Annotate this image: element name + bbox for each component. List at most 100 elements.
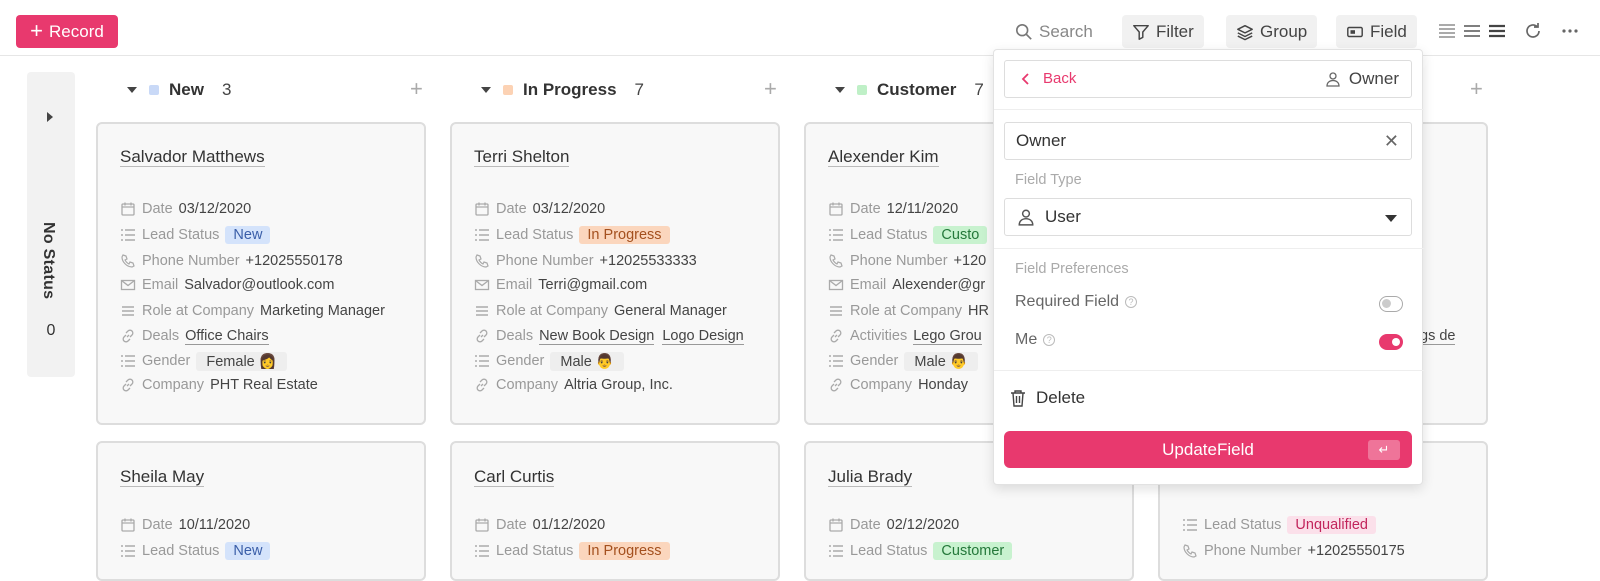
help-icon[interactable]: ? [1125,296,1138,308]
record-title: Alexender Kim [828,147,939,167]
linked-record[interactable]: Logo Design [662,328,744,345]
list-icon [828,353,844,369]
add-card-plus-icon[interactable]: + [1470,76,1483,102]
column-header-in-progress[interactable]: In Progress 7 [481,76,644,104]
field-gender: Gender Male 👨 [474,350,624,372]
more-icon[interactable] [1560,21,1580,41]
no-status-column[interactable]: No Status 0 [27,72,75,377]
field-deals: Deals Office Chairs [120,325,277,347]
phone-icon [828,253,844,269]
add-card-plus-icon[interactable]: + [764,76,777,102]
field-company: Company Honday [828,374,968,396]
group-label: Group [1260,21,1308,41]
update-field-button[interactable]: UpdateField ↵ [1004,431,1412,468]
collapse-caret-icon[interactable] [481,87,491,93]
field-button[interactable]: Field [1336,15,1417,48]
trash-icon [1011,390,1025,407]
status-color-swatch [503,85,513,95]
me-toggle[interactable] [1379,334,1403,350]
record-title: Julia Brady [828,467,913,487]
divider [994,248,1424,249]
column-header-customer[interactable]: Customer 7 [835,76,984,104]
record-card[interactable]: Salvador Matthews Date 03/12/2020 Lead St… [96,122,426,425]
status-badge: In Progress [579,542,670,560]
linked-record[interactable]: gs de [1420,328,1456,345]
search-label: Search [1039,21,1093,41]
list-icon [474,353,490,369]
calendar-icon [474,517,490,533]
phone-icon [474,253,490,269]
list-icon [120,227,136,243]
collapse-caret-icon[interactable] [835,87,845,93]
calendar-icon [474,201,490,217]
column-header-new[interactable]: New 3 [127,76,231,104]
dropdown-arrow-icon [1385,215,1397,222]
record-card[interactable]: Carl Curtis Date 01/12/2020 Lead Status In… [450,441,780,581]
field-type-label: Field Type [1015,172,1082,188]
layers-icon [1237,24,1253,40]
field-company: Company Altria Group, Inc. [474,374,673,396]
list-icon [120,353,136,369]
field-email: Email Alexender@gr [828,274,985,296]
field-gender: Gender Male 👨 [828,350,978,372]
add-record-button[interactable]: + Record [16,15,118,48]
back-button[interactable]: Back [1021,70,1076,87]
record-title: Salvador Matthews [120,147,265,167]
owner-field-indicator: Owner [1325,69,1399,89]
field-lead-status: Lead Status In Progress [474,224,670,246]
field-date: Date 03/12/2020 [120,198,251,220]
field-lead-status: Lead Status New [120,224,271,246]
field-date: Date 02/12/2020 [828,514,959,536]
plus-icon: + [30,17,44,43]
back-label: Back [1043,70,1077,87]
list-icon [828,543,844,559]
link-icon [828,328,844,344]
field-name-input[interactable]: Owner ✕ [1004,122,1412,160]
field-date: Date 03/12/2020 [474,198,605,220]
row-height-small-icon[interactable] [1437,21,1457,41]
link-icon [828,377,844,393]
record-card[interactable]: Terri Shelton Date 03/12/2020 Lead Status… [450,122,780,425]
field-company: Company PHT Real Estate [120,374,318,396]
linked-record[interactable]: Office Chairs [185,328,269,345]
row-height-large-icon[interactable] [1487,21,1507,41]
search-button[interactable]: Search [1015,15,1093,48]
collapse-caret-icon[interactable] [127,87,137,93]
status-color-swatch [857,85,867,95]
linked-record[interactable]: New Book Design [539,328,655,345]
column-count: 3 [221,80,232,99]
divider [994,370,1424,371]
field-label: Field [1370,21,1407,41]
field-preferences-label: Field Preferences [1015,261,1129,277]
help-icon[interactable]: ? [1043,334,1056,346]
field-date: Date 01/12/2020 [474,514,605,536]
add-card-plus-icon[interactable]: + [410,76,423,102]
field-phone: Phone Number +120 [828,250,986,272]
field-activities: Activities Lego Grou [828,325,990,347]
clear-icon[interactable]: ✕ [1384,131,1399,152]
field-type-select[interactable]: User [1004,198,1412,236]
column-name: New [169,80,204,99]
user-icon [1018,209,1034,226]
refresh-icon[interactable] [1523,21,1543,41]
no-status-label: No Status [40,222,57,300]
record-card[interactable]: Sheila May Date 10/11/2020 Lead Status New [96,441,426,581]
group-button[interactable]: Group [1226,15,1318,48]
filter-button[interactable]: Filter [1122,15,1204,48]
required-field-toggle[interactable] [1379,296,1403,312]
column-count: 7 [634,80,645,99]
field-phone: Phone Number +12025550178 [120,250,343,272]
back-bar: Back Owner [1004,60,1412,98]
mail-icon [120,277,136,293]
link-icon [120,328,136,344]
row-height-medium-icon[interactable] [1462,21,1482,41]
expand-caret-icon[interactable] [47,112,53,122]
text-lines-icon [474,303,490,319]
status-badge: New [225,226,271,244]
linked-record[interactable]: Lego Grou [913,328,982,345]
text-lines-icon [120,303,136,319]
column-name: Customer [877,80,957,99]
status-badge: Customer [933,542,1013,560]
delete-field-button[interactable]: Delete [1010,388,1085,408]
filter-label: Filter [1156,21,1194,41]
